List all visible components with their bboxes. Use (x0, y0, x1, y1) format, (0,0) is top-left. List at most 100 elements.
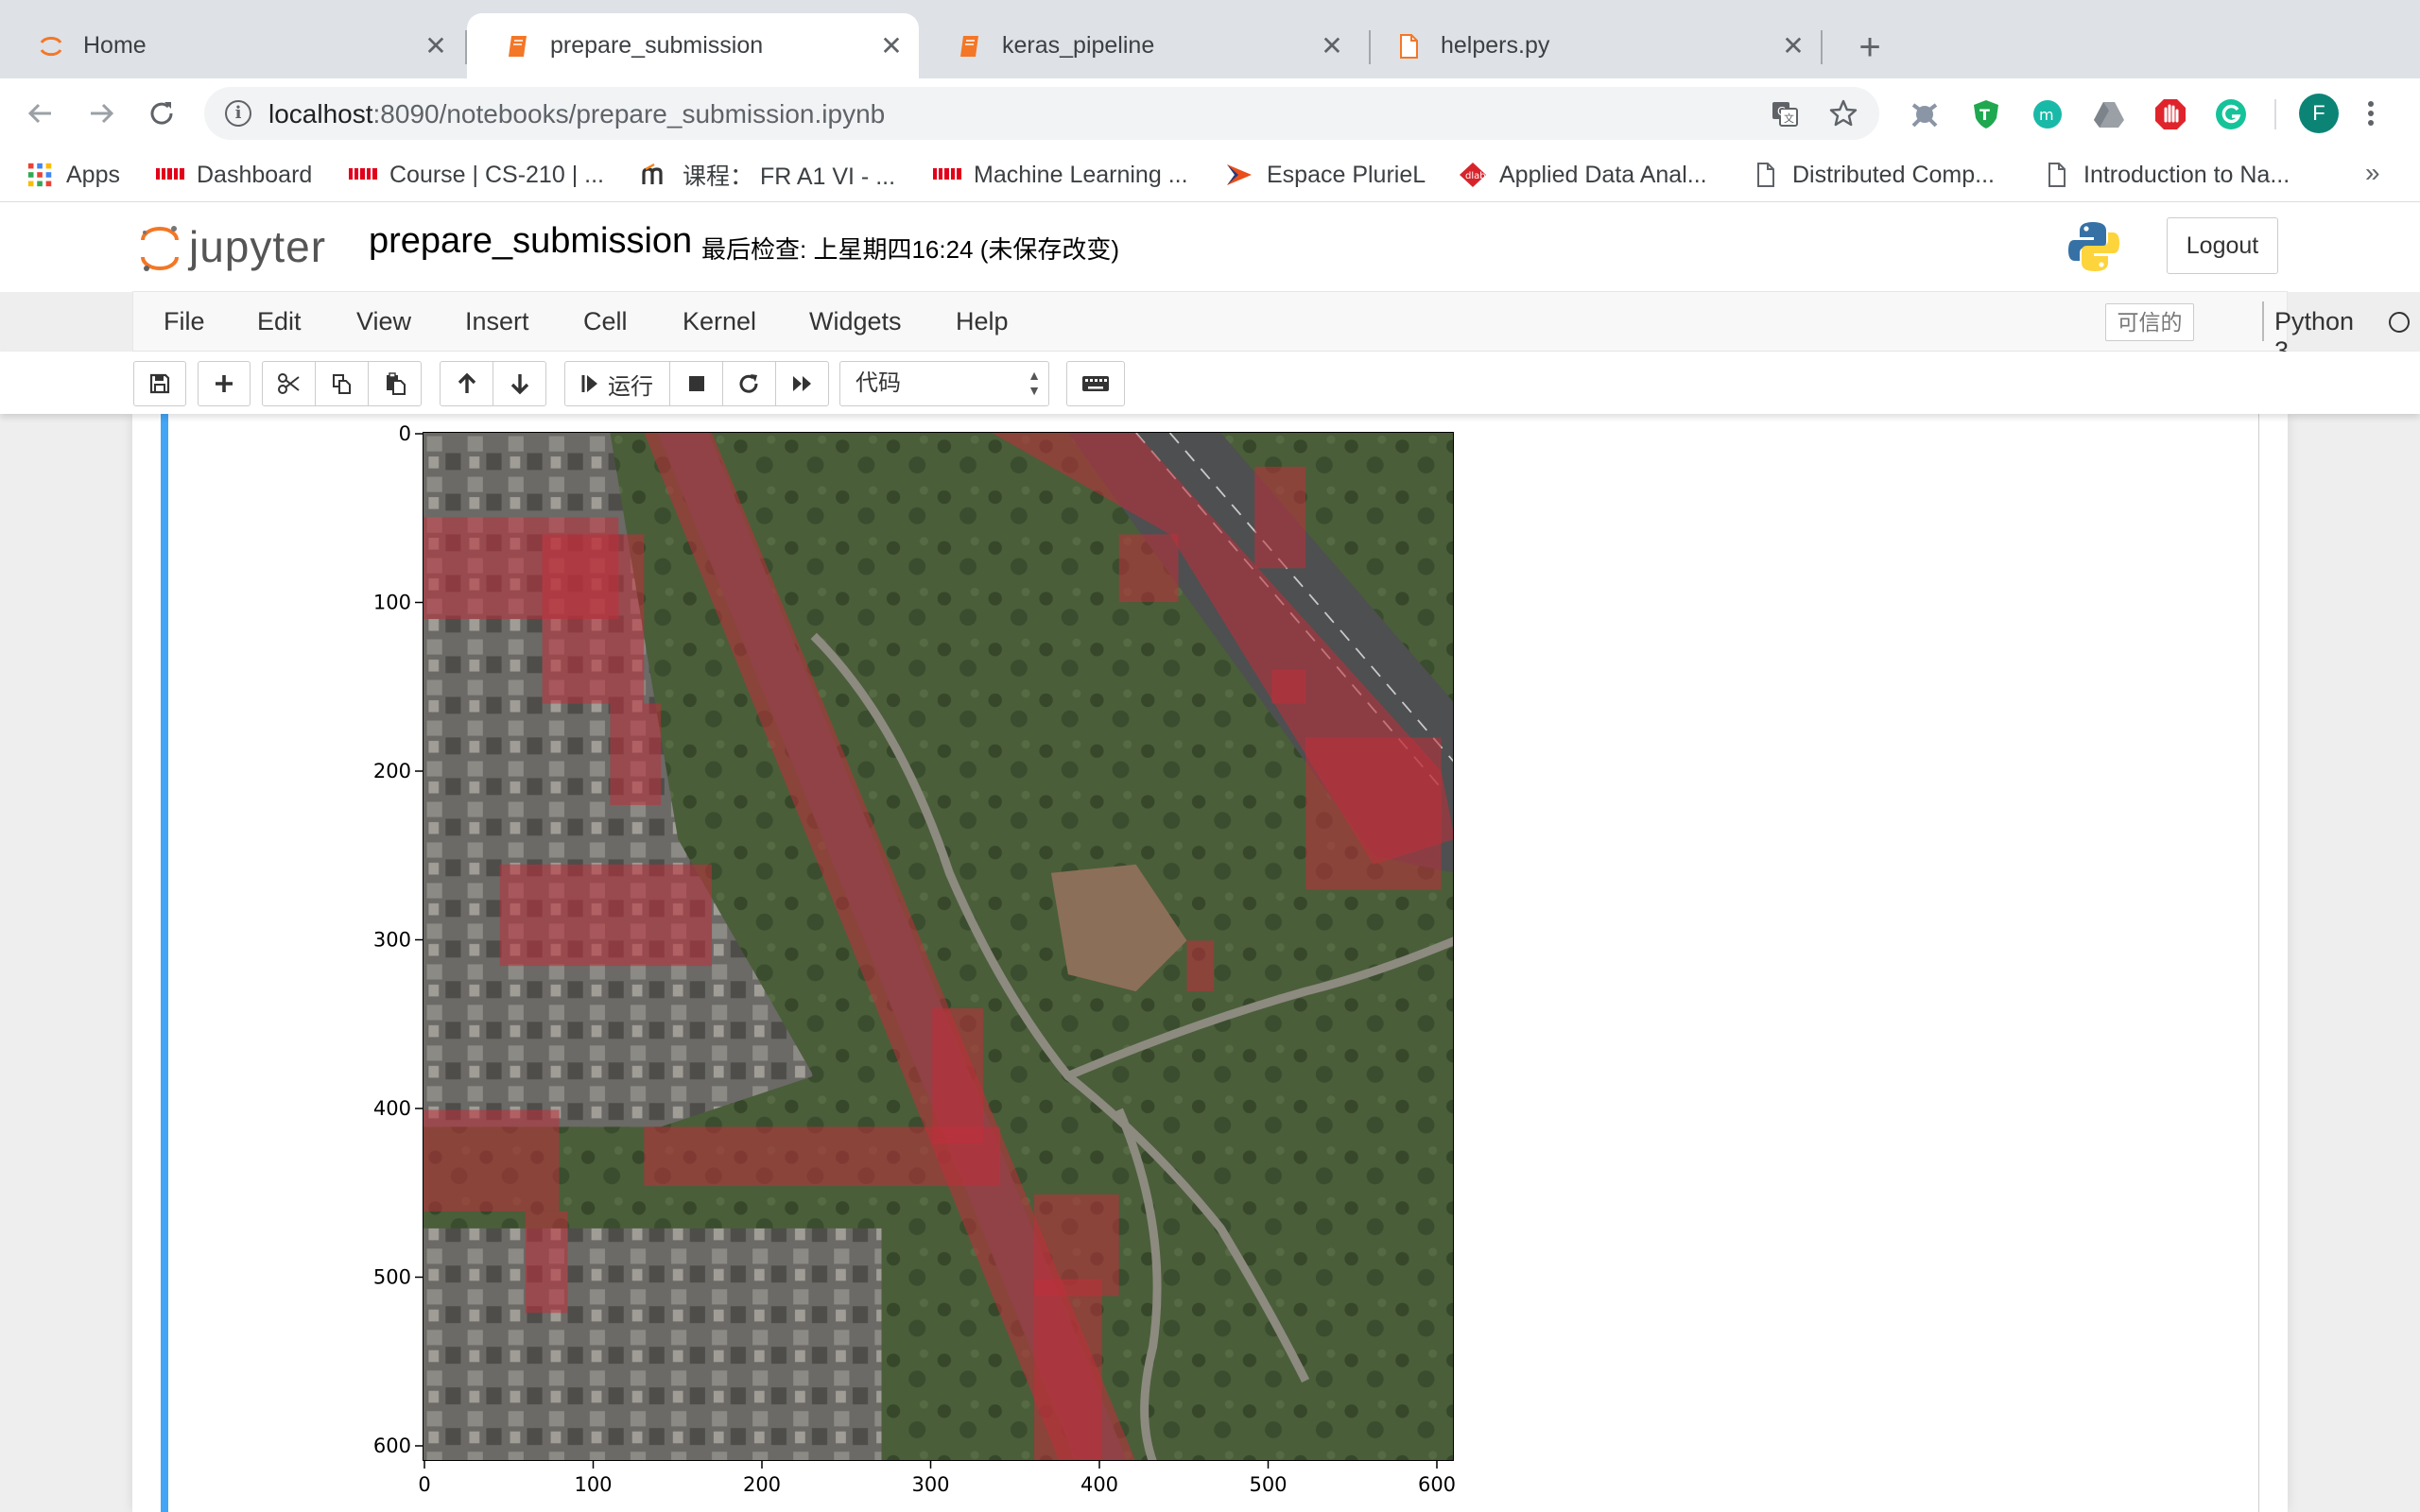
tab-helpers-py[interactable]: helpers.py ✕ (1361, 13, 1821, 78)
bookmark-dashboard[interactable]: Dashboard (155, 158, 312, 192)
extension-puzzle-icon[interactable] (1908, 97, 1942, 131)
svg-text:dlab: dlab (1465, 171, 1486, 181)
mercury-extension-icon[interactable]: m (2031, 97, 2065, 131)
menu-help[interactable]: Help (956, 307, 1009, 336)
insert-cell-button[interactable] (198, 361, 251, 406)
logout-button[interactable]: Logout (2167, 217, 2278, 274)
grammarly-extension-icon[interactable] (2214, 97, 2248, 131)
bookmark-espace-pluriel[interactable]: Espace PlurieL (1225, 158, 1426, 192)
bookmark-label: Distributed Comp... (1792, 161, 1995, 188)
translate-icon[interactable]: G 文 (1770, 98, 1800, 129)
bookmark-introduction-to-na[interactable]: Introduction to Na... (2042, 158, 2290, 192)
menu-kernel[interactable]: Kernel (683, 307, 756, 336)
plot-axes: 0 100 200 300 400 500 600 0 100 200 300 400 500 600 (373, 422, 1456, 1496)
close-icon[interactable]: ✕ (422, 30, 450, 61)
url-text: localhost:8090/notebooks/prepare_submiss… (268, 99, 885, 129)
drive-extension-icon[interactable] (2092, 97, 2126, 131)
cell-type-value: 代码 (856, 370, 901, 396)
x-axis: 0 100 200 300 400 500 600 (418, 1461, 1456, 1496)
x-tick-label: 400 (1080, 1473, 1118, 1496)
plus-icon (216, 375, 233, 392)
menu-insert[interactable]: Insert (465, 307, 529, 336)
bookmark-apps[interactable]: Apps (26, 158, 120, 192)
jupyter-header: jupyter prepare_submission 最后检查: 上星期四16:… (0, 202, 2420, 292)
keyboard-icon (1082, 376, 1109, 391)
epfl-icon (156, 168, 184, 180)
move-up-button[interactable] (440, 361, 493, 406)
y-tick-label: 500 (373, 1266, 411, 1289)
forward-arrow-icon[interactable] (81, 94, 121, 133)
menu-file[interactable]: File (164, 307, 205, 336)
svg-text:m: m (2039, 106, 2054, 124)
bookmark-applied-data[interactable]: dlab Applied Data Anal... (1458, 158, 1707, 192)
x-tick-label: 0 (418, 1473, 430, 1496)
bookmark-fr-a1[interactable]: 课程： FR A1 VI - ... (641, 158, 895, 192)
bookmark-course-cs210[interactable]: Course | CS-210 | ... (348, 158, 604, 192)
profile-avatar[interactable]: F (2299, 94, 2339, 133)
restart-kernel-button[interactable] (722, 361, 776, 406)
jupyter-logo-icon (141, 226, 179, 271)
selected-cell-indicator (161, 414, 168, 1512)
notebook-toolbar: 运行 代码 ▲ ▼ (0, 352, 2420, 414)
kernel-idle-icon (2389, 312, 2410, 333)
bookmark-machine-learning[interactable]: Machine Learning ... (932, 158, 1188, 192)
paste-button[interactable] (368, 361, 422, 406)
run-button[interactable]: 运行 (564, 361, 670, 406)
bookmark-star-icon[interactable] (1828, 98, 1858, 129)
jupyter-logo[interactable]: jupyter (138, 217, 346, 274)
tab-title: keras_pipeline (1002, 32, 1155, 59)
epfl-icon (933, 168, 961, 180)
notebook-name[interactable]: prepare_submission (369, 221, 692, 262)
copy-button[interactable] (315, 361, 369, 406)
bookmark-distributed-comp[interactable]: Distributed Comp... (1751, 158, 1995, 192)
x-tick-label: 300 (911, 1473, 949, 1496)
new-tab-button[interactable]: + (1847, 25, 1893, 70)
address-bar[interactable]: i localhost:8090/notebooks/prepare_submi… (204, 87, 1879, 140)
arrow-down-icon (510, 374, 528, 395)
reload-icon[interactable] (142, 94, 182, 133)
epfl-icon (349, 168, 377, 180)
y-tick-label: 0 (399, 422, 411, 445)
restart-icon (739, 374, 758, 393)
move-down-button[interactable] (493, 361, 546, 406)
tab-prepare-submission[interactable]: prepare_submission ✕ (467, 13, 919, 78)
menu-widgets[interactable]: Widgets (809, 307, 902, 336)
close-icon[interactable]: ✕ (1318, 30, 1346, 61)
kernel-separator (2262, 301, 2264, 341)
notebook-icon (509, 35, 527, 57)
apps-grid-icon (27, 163, 52, 187)
info-icon[interactable]: i (225, 100, 251, 127)
bookmark-label: Dashboard (197, 161, 313, 188)
bookmark-label: Apps (66, 161, 120, 188)
notebook-menubar: File Edit View Insert Cell Kernel Widget… (132, 291, 2410, 365)
menu-edit[interactable]: Edit (257, 307, 302, 336)
url-host: localhost (268, 99, 373, 129)
menu-cell[interactable]: Cell (583, 307, 628, 336)
trusted-indicator[interactable]: 可信的 (2105, 303, 2194, 341)
save-button[interactable] (133, 361, 186, 406)
y-tick-label: 200 (373, 760, 411, 782)
tab-title: helpers.py (1441, 32, 1550, 59)
command-palette-button[interactable] (1066, 361, 1125, 406)
copy-icon (332, 374, 351, 394)
moodle-icon (642, 163, 663, 184)
cut-button[interactable] (262, 361, 316, 406)
arrow-up-icon (458, 372, 475, 393)
menu-view[interactable]: View (356, 307, 411, 336)
close-icon[interactable]: ✕ (1779, 30, 1807, 61)
tab-keras-pipeline[interactable]: keras_pipeline ✕ (919, 13, 1359, 78)
close-icon[interactable]: ✕ (877, 30, 906, 61)
pluriel-icon (1227, 164, 1252, 185)
restart-run-all-button[interactable] (775, 361, 829, 406)
interrupt-kernel-button[interactable] (669, 361, 723, 406)
more-menu-icon[interactable] (2361, 94, 2380, 133)
back-arrow-icon[interactable] (21, 94, 60, 133)
bookmark-label: Introduction to Na... (2083, 161, 2290, 188)
bookmarks-overflow-button[interactable]: » (2365, 158, 2380, 188)
cell-type-select[interactable]: 代码 ▲ ▼ (839, 361, 1049, 406)
adblock-extension-icon[interactable] (2153, 97, 2187, 131)
save-icon (149, 373, 170, 394)
tab-separator (1821, 30, 1823, 64)
shield-extension-icon[interactable]: T (1969, 97, 2003, 131)
tab-home[interactable]: Home ✕ (0, 13, 463, 78)
